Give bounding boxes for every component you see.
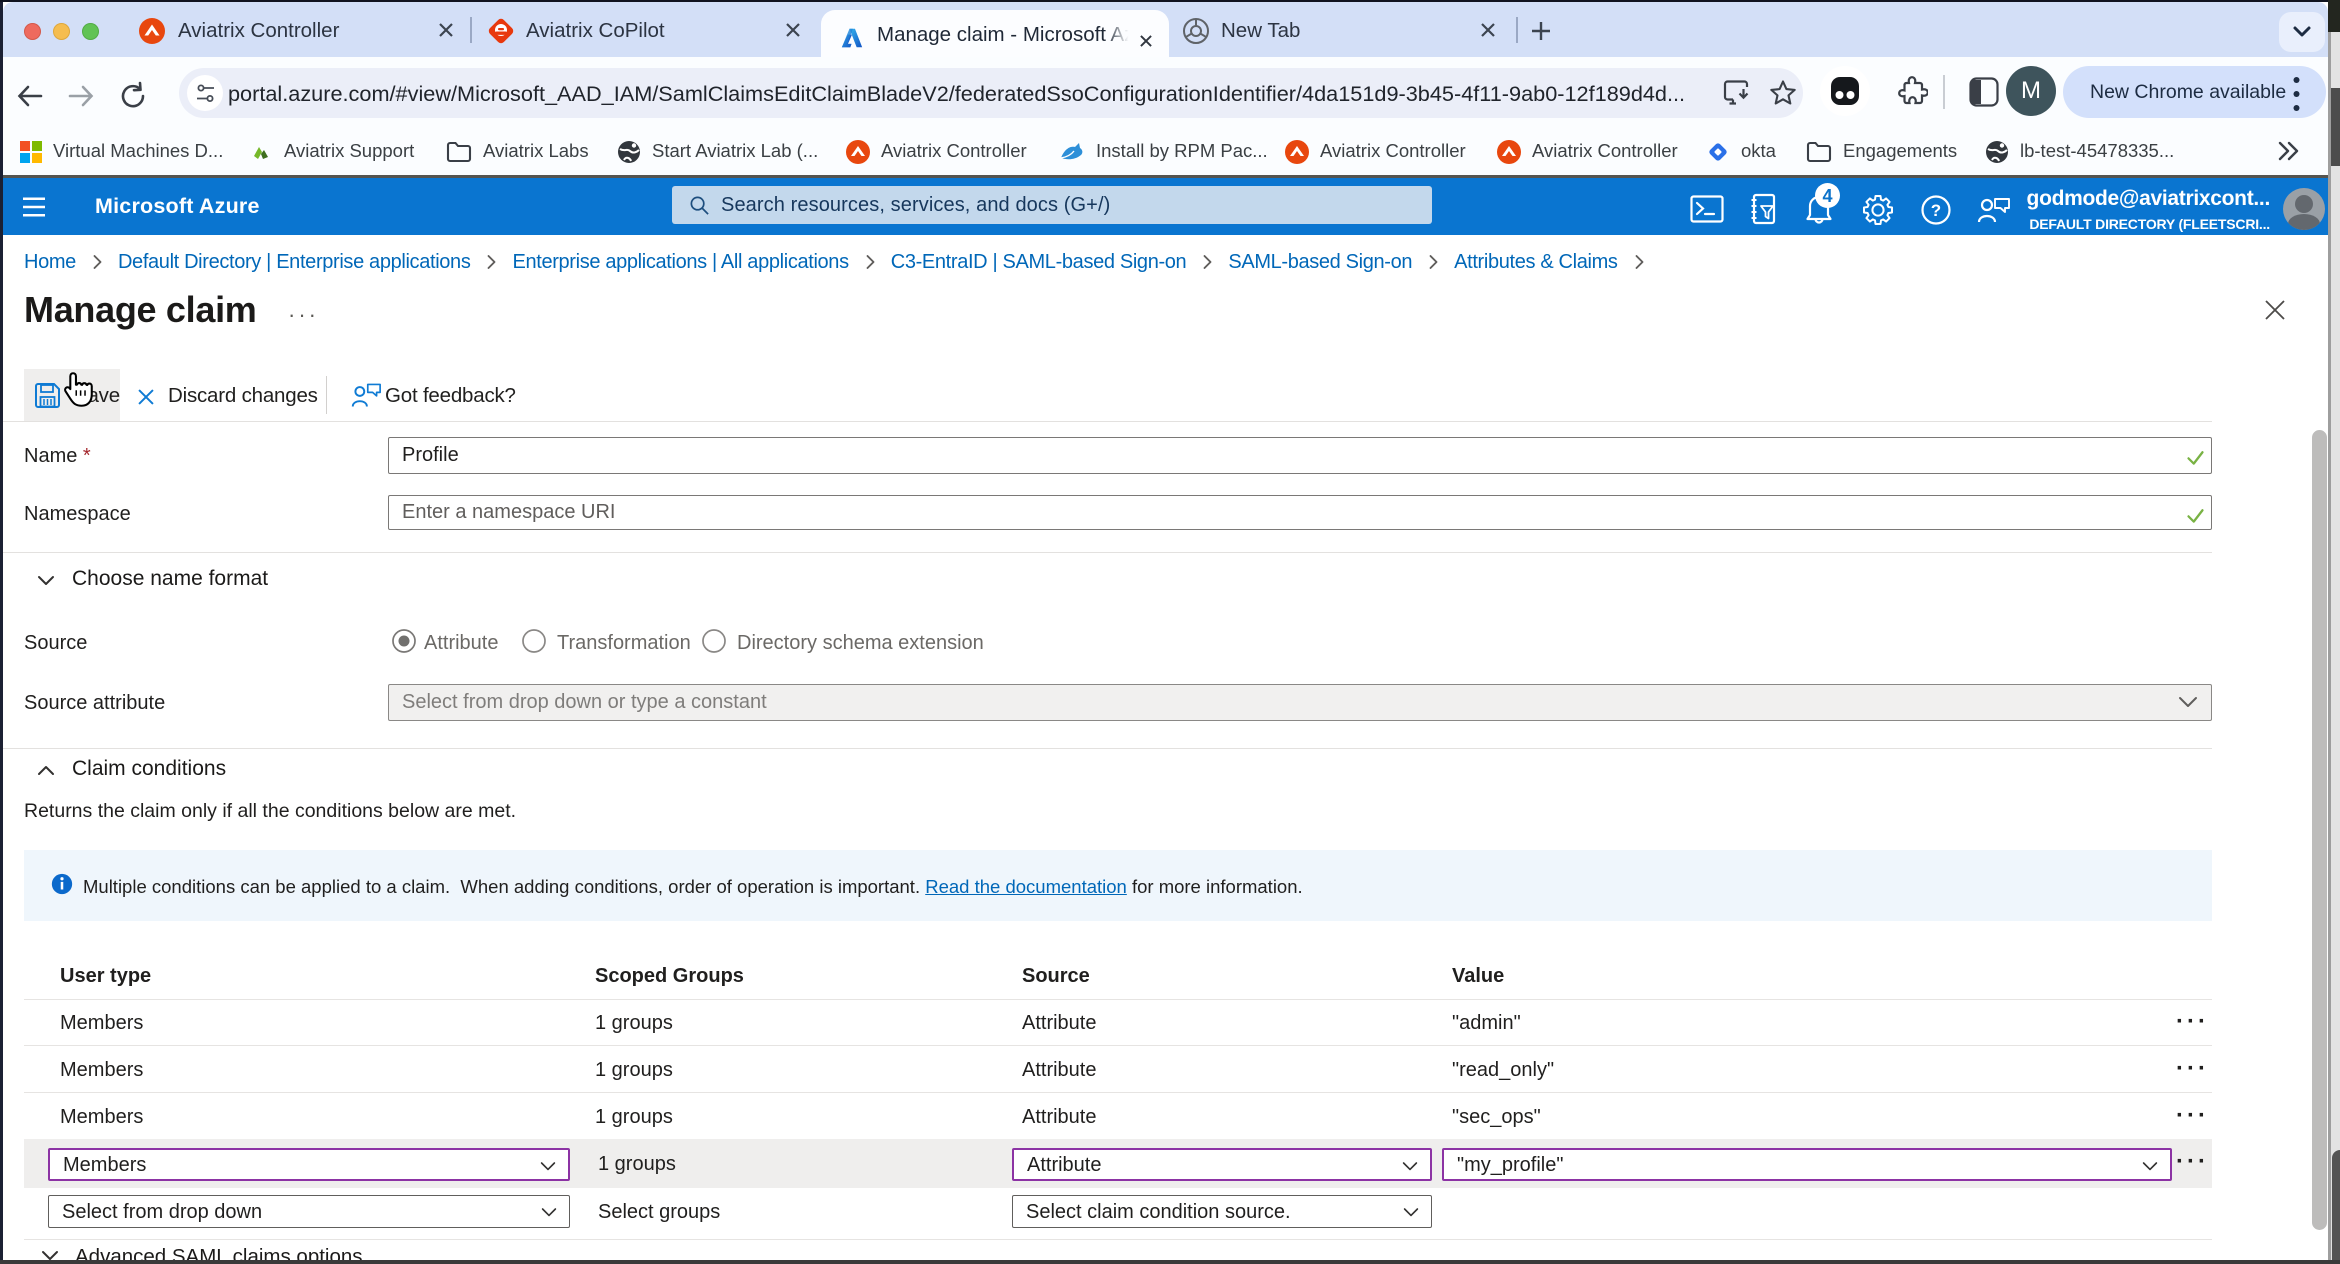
- svg-text:?: ?: [1931, 201, 1941, 220]
